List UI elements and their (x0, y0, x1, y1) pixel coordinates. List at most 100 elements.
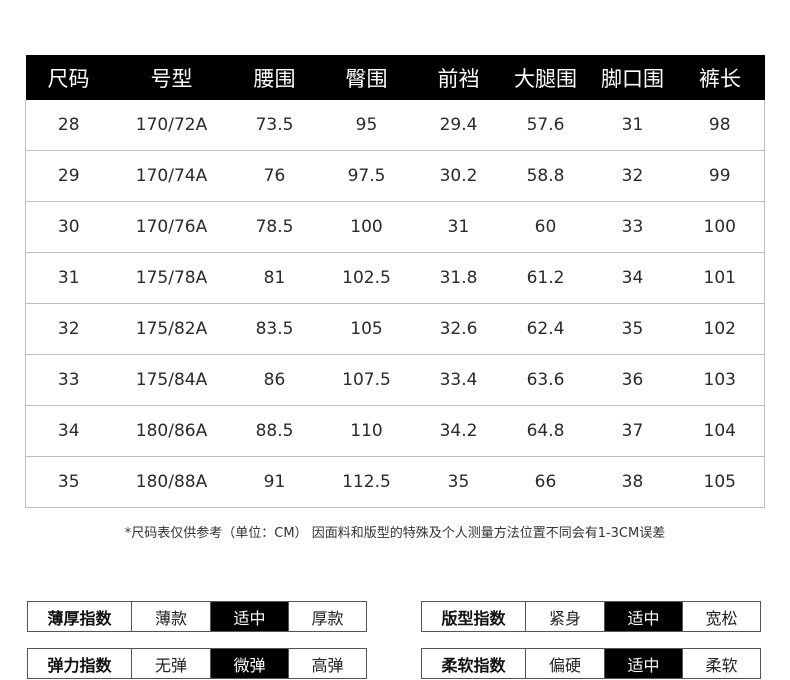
thickness-index: 薄厚指数 薄款 适中 厚款 (27, 601, 367, 632)
cell-hip: 100 (317, 201, 416, 253)
elasticity-option-slight: 微弹 (210, 649, 288, 678)
cell-size: 32 (25, 303, 112, 355)
cell-waist: 78.5 (231, 201, 318, 253)
cell-front-rise: 35 (415, 456, 502, 508)
cell-leg-opening: 31 (589, 100, 676, 151)
cell-model: 175/82A (111, 303, 232, 355)
cell-waist: 88.5 (231, 405, 318, 457)
cell-size: 28 (25, 100, 112, 151)
cell-size: 34 (25, 405, 112, 457)
cell-length: 104 (675, 405, 765, 457)
cell-size: 35 (25, 456, 112, 508)
table-row: 34 180/86A 88.5 110 34.2 64.8 37 104 (25, 405, 765, 457)
cell-leg-opening: 33 (589, 201, 676, 253)
header-model: 号型 (111, 55, 232, 100)
cell-front-rise: 31.8 (415, 252, 502, 304)
cell-thigh: 60 (501, 201, 590, 253)
cell-leg-opening: 35 (589, 303, 676, 355)
elasticity-option-high: 高弹 (288, 649, 366, 678)
elasticity-index-label: 弹力指数 (28, 649, 132, 678)
cell-waist: 81 (231, 252, 318, 304)
table-row: 33 175/84A 86 107.5 33.4 63.6 36 103 (25, 354, 765, 406)
size-chart-table: 尺码 号型 腰围 臀围 前裆 大腿围 脚口围 裤长 28 170/72A 73.5 9… (25, 55, 765, 508)
table-row: 31 175/78A 81 102.5 31.8 61.2 34 101 (25, 252, 765, 304)
cell-length: 101 (675, 252, 765, 304)
cell-leg-opening: 32 (589, 150, 676, 202)
cell-hip: 107.5 (317, 354, 416, 406)
cell-leg-opening: 37 (589, 405, 676, 457)
fit-index-label: 版型指数 (422, 602, 526, 631)
cell-thigh: 57.6 (501, 100, 590, 151)
thickness-option-thin: 薄款 (154, 608, 187, 628)
table-row: 30 170/76A 78.5 100 31 60 33 100 (25, 201, 765, 253)
cell-length: 100 (675, 201, 765, 253)
cell-hip: 110 (317, 405, 416, 457)
softness-index-label: 柔软指数 (422, 649, 526, 678)
cell-length: 105 (675, 456, 765, 508)
cell-front-rise: 32.6 (415, 303, 502, 355)
table-header-row: 尺码 号型 腰围 臀围 前裆 大腿围 脚口围 裤长 (25, 55, 765, 100)
cell-model: 170/74A (111, 150, 232, 202)
thickness-option-thick: 厚款 (288, 602, 366, 631)
cell-size: 33 (25, 354, 112, 406)
fit-option-slim: 紧身 (548, 608, 581, 628)
cell-model: 170/72A (111, 100, 232, 151)
cell-front-rise: 34.2 (415, 405, 502, 457)
cell-thigh: 61.2 (501, 252, 590, 304)
fit-option-loose: 宽松 (682, 602, 760, 631)
cell-model: 175/84A (111, 354, 232, 406)
elasticity-option-none: 无弹 (154, 655, 187, 675)
cell-thigh: 58.8 (501, 150, 590, 202)
cell-front-rise: 29.4 (415, 100, 502, 151)
header-thigh: 大腿围 (501, 55, 590, 100)
cell-leg-opening: 36 (589, 354, 676, 406)
fit-index: 版型指数 紧身 适中 宽松 (421, 601, 761, 632)
table-row: 28 170/72A 73.5 95 29.4 57.6 31 98 (25, 100, 765, 151)
table-row: 29 170/74A 76 97.5 30.2 58.8 32 99 (25, 150, 765, 202)
cell-thigh: 64.8 (501, 405, 590, 457)
softness-option-stiff: 偏硬 (548, 655, 581, 675)
header-length: 裤长 (675, 55, 765, 100)
table-row: 32 175/82A 83.5 105 32.6 62.4 35 102 (25, 303, 765, 355)
softness-option-soft: 柔软 (682, 649, 760, 678)
cell-thigh: 63.6 (501, 354, 590, 406)
cell-length: 103 (675, 354, 765, 406)
cell-thigh: 66 (501, 456, 590, 508)
cell-front-rise: 33.4 (415, 354, 502, 406)
cell-hip: 102.5 (317, 252, 416, 304)
elasticity-index: 弹力指数 无弹 微弹 高弹 (27, 648, 367, 679)
table-row: 35 180/88A 91 112.5 35 66 38 105 (25, 456, 765, 508)
cell-size: 30 (25, 201, 112, 253)
cell-thigh: 62.4 (501, 303, 590, 355)
cell-size: 29 (25, 150, 112, 202)
cell-waist: 73.5 (231, 100, 318, 151)
cell-hip: 105 (317, 303, 416, 355)
cell-front-rise: 30.2 (415, 150, 502, 202)
cell-length: 99 (675, 150, 765, 202)
header-waist: 腰围 (231, 55, 318, 100)
cell-hip: 95 (317, 100, 416, 151)
cell-model: 180/88A (111, 456, 232, 508)
cell-leg-opening: 34 (589, 252, 676, 304)
size-note: *尺码表仅供参考（单位：CM） 因面料和版型的特殊及个人测量方法位置不同会有1-… (124, 526, 666, 541)
softness-option-medium: 适中 (604, 649, 682, 678)
cell-size: 31 (25, 252, 112, 304)
cell-length: 102 (675, 303, 765, 355)
fit-option-regular: 适中 (604, 602, 682, 631)
cell-model: 170/76A (111, 201, 232, 253)
header-leg-opening: 脚口围 (589, 55, 676, 100)
cell-hip: 97.5 (317, 150, 416, 202)
cell-hip: 112.5 (317, 456, 416, 508)
cell-waist: 91 (231, 456, 318, 508)
cell-model: 175/78A (111, 252, 232, 304)
cell-front-rise: 31 (415, 201, 502, 253)
cell-leg-opening: 38 (589, 456, 676, 508)
cell-waist: 86 (231, 354, 318, 406)
softness-index: 柔软指数 偏硬 适中 柔软 (421, 648, 761, 679)
cell-length: 98 (675, 100, 765, 151)
cell-model: 180/86A (111, 405, 232, 457)
thickness-index-label: 薄厚指数 (28, 602, 132, 631)
header-hip: 臀围 (317, 55, 416, 100)
cell-waist: 83.5 (231, 303, 318, 355)
cell-waist: 76 (231, 150, 318, 202)
